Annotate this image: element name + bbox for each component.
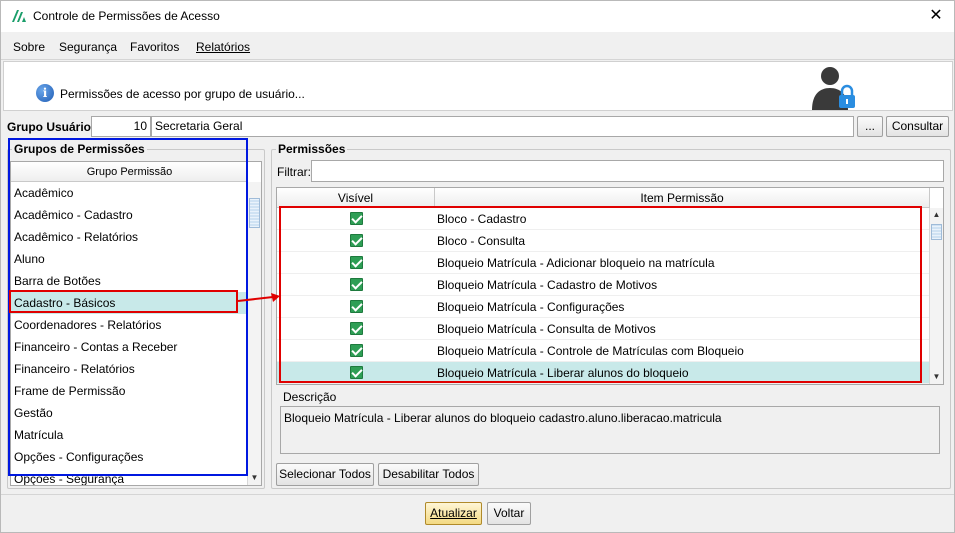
voltar-button[interactable]: Voltar (487, 502, 531, 525)
visivel-checkbox[interactable] (349, 300, 363, 314)
descricao-text: Bloqueio Matrícula - Liberar alunos do b… (280, 406, 940, 454)
visivel-cell (277, 340, 435, 361)
atualizar-button[interactable]: Atualizar (425, 502, 482, 525)
permissoes-rows: Bloco - Cadastro Bloco - Consulta Bloqueio… (277, 208, 930, 384)
item-permissao-cell: Bloqueio Matrícula - Consulta de Motivos (437, 322, 656, 336)
menu-relatorios[interactable]: Relatórios (196, 40, 250, 54)
scroll-down-icon[interactable]: ▼ (930, 370, 943, 384)
annotation-arrow-icon (237, 293, 280, 302)
bottom-bar: Atualizar Voltar (1, 494, 954, 532)
grupos-rows: Acadêmico Acadêmico - Cadastro Acadêmico -… (11, 182, 261, 485)
visivel-checkbox[interactable] (349, 278, 363, 292)
menu-favoritos[interactable]: Favoritos (130, 40, 179, 54)
permissoes-title: Permissões (276, 142, 348, 156)
grupo-list-item[interactable]: Barra de Botões (11, 270, 248, 292)
user-lock-icon (812, 67, 855, 110)
grupo-list-item[interactable]: Frame de Permissão (11, 380, 248, 402)
grupo-list-item[interactable]: Cadastro - Básicos (11, 292, 248, 314)
visivel-cell (277, 252, 435, 273)
window-title: Controle de Permissões de Acesso (33, 9, 220, 23)
item-permissao-cell: Bloco - Cadastro (437, 212, 527, 226)
descricao-title: Descrição (281, 390, 339, 404)
visivel-checkbox[interactable] (349, 322, 363, 336)
menu-bar: Sobre Segurança Favoritos Relatórios (1, 32, 954, 60)
item-permissao-cell: Bloqueio Matrícula - Configurações (437, 300, 625, 314)
grupo-list-item[interactable]: Opções - Segurança (11, 468, 248, 485)
visivel-checkbox[interactable] (349, 234, 363, 248)
permissao-row[interactable]: Bloqueio Matrícula - Adicionar bloqueio … (277, 252, 930, 274)
grupo-usuario-code-field[interactable]: 10 (91, 116, 151, 137)
item-permissao-cell: Bloqueio Matrícula - Cadastro de Motivos (437, 278, 658, 292)
grupo-usuario-name-field[interactable]: Secretaria Geral (151, 116, 854, 137)
visivel-cell (277, 362, 435, 383)
item-permissao-cell: Bloqueio Matrícula - Controle de Matrícu… (437, 344, 744, 358)
grupo-list-item[interactable]: Acadêmico - Relatórios (11, 226, 248, 248)
permissao-row[interactable]: Bloqueio Matrícula - Liberar alunos do b… (277, 362, 930, 384)
grupo-list-item[interactable]: Financeiro - Relatórios (11, 358, 248, 380)
permissao-row[interactable]: Bloco - Consulta (277, 230, 930, 252)
permissao-row[interactable]: Bloqueio Matrícula - Configurações (277, 296, 930, 318)
col-item-header[interactable]: Item Permissão (435, 188, 930, 207)
header-info-text: Permissões de acesso por grupo de usuári… (60, 87, 305, 101)
item-permissao-cell: Bloqueio Matrícula - Adicionar bloqueio … (437, 256, 715, 270)
grupo-list-item[interactable]: Acadêmico - Cadastro (11, 204, 248, 226)
permissoes-scrollbar[interactable]: ▲ ▼ (929, 208, 943, 384)
consultar-button[interactable]: Consultar (886, 116, 949, 137)
permissoes-grid-header: Visível Item Permissão (277, 188, 930, 208)
permissoes-grid: Visível Item Permissão Bloco - Cadastro B… (276, 187, 944, 385)
grupo-usuario-label: Grupo Usuário: (7, 120, 96, 134)
selecionar-todos-button[interactable]: Selecionar Todos (276, 463, 374, 486)
item-permissao-cell: Bloco - Consulta (437, 234, 526, 248)
grupo-list-item[interactable]: Coordenadores - Relatórios (11, 314, 248, 336)
atualizar-label: Atualizar (430, 506, 477, 520)
filtrar-input[interactable] (311, 160, 944, 182)
main-window: Controle de Permissões de Acesso ✕ Sobre… (0, 0, 955, 533)
grupo-list-item[interactable]: Gestão (11, 402, 248, 424)
filtrar-label: Filtrar: (277, 165, 311, 179)
visivel-checkbox[interactable] (349, 344, 363, 358)
permissao-row[interactable]: Bloqueio Matrícula - Consulta de Motivos (277, 318, 930, 340)
permissao-row[interactable]: Bloqueio Matrícula - Controle de Matrícu… (277, 340, 930, 362)
browse-button[interactable]: ... (857, 116, 883, 137)
visivel-cell (277, 296, 435, 317)
visivel-checkbox[interactable] (349, 256, 363, 270)
grupo-list-item[interactable]: Opções - Configurações (11, 446, 248, 468)
grupos-permissoes-title: Grupos de Permissões (12, 142, 147, 156)
permissoes-scroll-thumb[interactable] (931, 224, 942, 240)
permissao-row[interactable]: Bloco - Cadastro (277, 208, 930, 230)
grupos-scrollbar[interactable]: ▼ (247, 182, 261, 485)
grupo-list-item[interactable]: Acadêmico (11, 182, 248, 204)
info-icon: i (36, 84, 54, 102)
desabilitar-todos-button[interactable]: Desabilitar Todos (378, 463, 479, 486)
grupos-column-header[interactable]: Grupo Permissão (11, 162, 248, 182)
col-visivel-header[interactable]: Visível (277, 188, 435, 207)
grupos-list: Grupo Permissão Acadêmico Acadêmico - Cad… (10, 161, 262, 486)
scroll-down-icon[interactable]: ▼ (248, 471, 261, 485)
visivel-cell (277, 230, 435, 251)
menu-sobre[interactable]: Sobre (13, 40, 45, 54)
scroll-up-icon[interactable]: ▲ (930, 208, 943, 222)
header-panel: i Permissões de acesso por grupo de usuá… (3, 61, 953, 111)
visivel-checkbox[interactable] (349, 212, 363, 226)
visivel-cell (277, 208, 435, 229)
grupo-list-item[interactable]: Aluno (11, 248, 248, 270)
menu-seguranca[interactable]: Segurança (59, 40, 117, 54)
permissao-row[interactable]: Bloqueio Matrícula - Cadastro de Motivos (277, 274, 930, 296)
grupo-list-item[interactable]: Financeiro - Contas a Receber (11, 336, 248, 358)
visivel-cell (277, 318, 435, 339)
item-permissao-cell: Bloqueio Matrícula - Liberar alunos do b… (437, 366, 689, 380)
visivel-cell (277, 274, 435, 295)
app-logo-icon (12, 10, 26, 22)
visivel-checkbox[interactable] (349, 366, 363, 380)
close-icon[interactable]: ✕ (926, 6, 946, 26)
grupo-list-item[interactable]: Matrícula (11, 424, 248, 446)
title-bar: Controle de Permissões de Acesso ✕ (1, 1, 954, 32)
grupos-scroll-thumb[interactable] (249, 198, 260, 228)
